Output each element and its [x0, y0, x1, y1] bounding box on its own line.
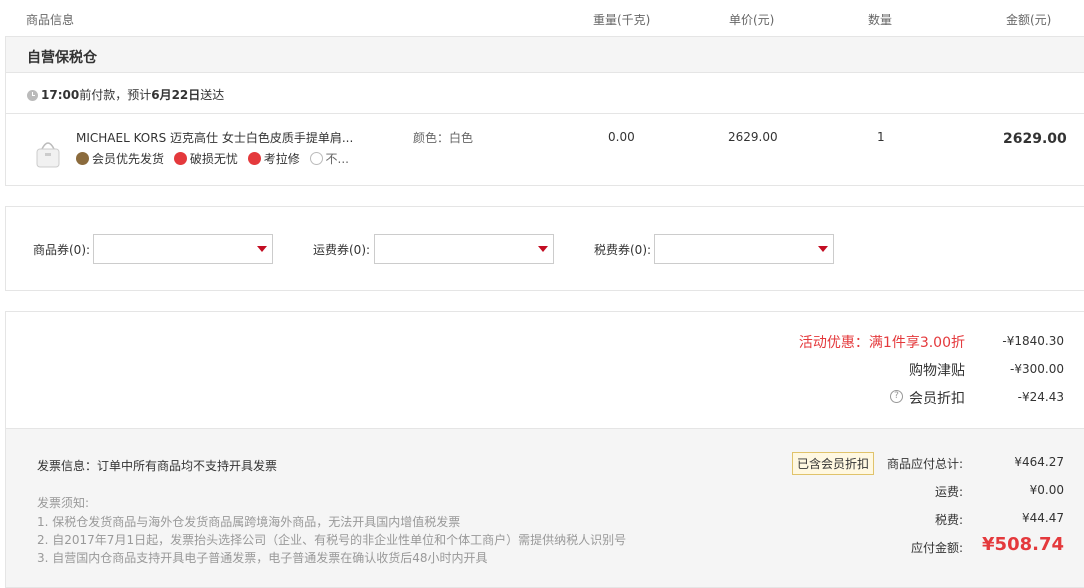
- product-quantity: 1: [877, 130, 885, 144]
- col-amount: 金额(元): [1006, 13, 1052, 27]
- clock-icon: [27, 90, 38, 101]
- col-weight: 重量(千克): [593, 13, 651, 27]
- shipping-label: 运费:: [934, 485, 963, 499]
- subsidy-label: 购物津贴: [909, 363, 965, 379]
- product-color: 颜色：白色: [413, 131, 474, 145]
- col-product-info: 商品信息: [26, 13, 75, 27]
- col-unit-price: 单价(元): [729, 13, 775, 27]
- goods-coupon-select[interactable]: [93, 234, 273, 264]
- invoice-info: 发票信息：订单中所有商品均不支持开具发票: [37, 459, 278, 473]
- wrench-icon: [247, 152, 261, 165]
- return-icon: [309, 152, 323, 165]
- help-icon[interactable]: ?: [890, 390, 903, 403]
- tag-damage-free: 破损无忧: [173, 152, 238, 166]
- delivery-suffix: 送达: [200, 88, 225, 102]
- delivery-date: 6月22日: [151, 88, 201, 102]
- invoice-notes-title: 发票须知:: [37, 496, 90, 510]
- table-header: 商品信息 重量(千克) 单价(元) 数量 金额(元): [0, 0, 1084, 36]
- invoice-note-2: 2. 自2017年7月1日起，发票抬头选择公司（企业、有税号的非企业性单位和个体…: [37, 533, 627, 547]
- invoice-totals-section: 发票信息：订单中所有商品均不支持开具发票 发票须知: 1. 保税仓发货商品与海外…: [5, 428, 1084, 588]
- member-discount-label: 会员折扣: [909, 391, 965, 407]
- divider: [6, 113, 1084, 114]
- coupon-section: 商品券(0): 运费券(0): 税费券(0):: [5, 206, 1084, 291]
- goods-total-value: ¥464.27: [1014, 455, 1064, 469]
- crown-icon: [76, 152, 89, 165]
- tag-more: 不...: [309, 152, 349, 166]
- member-discount-badge: 已含会员折扣: [792, 452, 875, 475]
- invoice-note-3: 3. 自营国内仓商品支持开具电子普通发票，电子普通发票在确认收货后48小时内开具: [37, 551, 488, 565]
- subsidy-value: -¥300.00: [1010, 362, 1064, 376]
- chevron-down-icon: [538, 246, 548, 252]
- tax-coupon-select[interactable]: [654, 234, 834, 264]
- warehouse-header: 自营保税仓: [5, 36, 1084, 73]
- delivery-mid: 前付款，预计: [79, 88, 152, 102]
- chevron-down-icon: [257, 246, 267, 252]
- goods-total-label: 商品应付总计:: [886, 457, 963, 471]
- col-quantity: 数量: [868, 13, 893, 27]
- member-discount-value: -¥24.43: [1017, 390, 1064, 404]
- shipping-coupon-select[interactable]: [374, 234, 554, 264]
- discount-section: 活动优惠：满1件享3.00折 -¥1840.30 购物津贴 -¥300.00 ?…: [5, 311, 1084, 429]
- tax-label: 税费:: [934, 513, 963, 527]
- invoice-note-1: 1. 保税仓发货商品与海外仓发货商品属跨境海外商品，无法开具国内增值税发票: [37, 515, 461, 529]
- shipping-coupon-label: 运费券(0):: [313, 243, 371, 257]
- delivery-estimate: 17:00前付款，预计6月22日送达: [27, 86, 224, 103]
- warehouse-name: 自营保税仓: [27, 50, 97, 66]
- tag-kaola-repair: 考拉修: [247, 152, 300, 166]
- activity-discount-value: -¥1840.30: [1002, 334, 1064, 348]
- tax-coupon-label: 税费券(0):: [594, 243, 652, 257]
- product-amount: 2629.00: [1003, 131, 1067, 147]
- chevron-down-icon: [818, 246, 828, 252]
- product-weight: 0.00: [608, 130, 635, 144]
- product-title[interactable]: MICHAEL KORS 迈克高仕 女士白色皮质手提单肩...: [76, 129, 353, 146]
- activity-discount-label: 活动优惠：满1件享3.00折: [798, 335, 965, 351]
- payable-label: 应付金额:: [910, 541, 963, 555]
- tag-member-priority: 会员优先发货: [76, 152, 164, 166]
- payable-value: ¥508.74: [982, 534, 1064, 555]
- product-unit-price: 2629.00: [728, 130, 778, 144]
- product-tags: 会员优先发货 破损无忧 考拉修 不...: [76, 150, 349, 167]
- goods-coupon-label: 商品券(0):: [33, 243, 91, 257]
- warehouse-body: 17:00前付款，预计6月22日送达 MICHAEL KORS 迈克高仕 女士白…: [5, 72, 1084, 186]
- shipping-value: ¥0.00: [1029, 483, 1064, 497]
- product-thumbnail[interactable]: [33, 135, 63, 171]
- shield-icon: [173, 152, 187, 165]
- tax-value: ¥44.47: [1022, 511, 1064, 525]
- delivery-time: 17:00: [41, 88, 80, 102]
